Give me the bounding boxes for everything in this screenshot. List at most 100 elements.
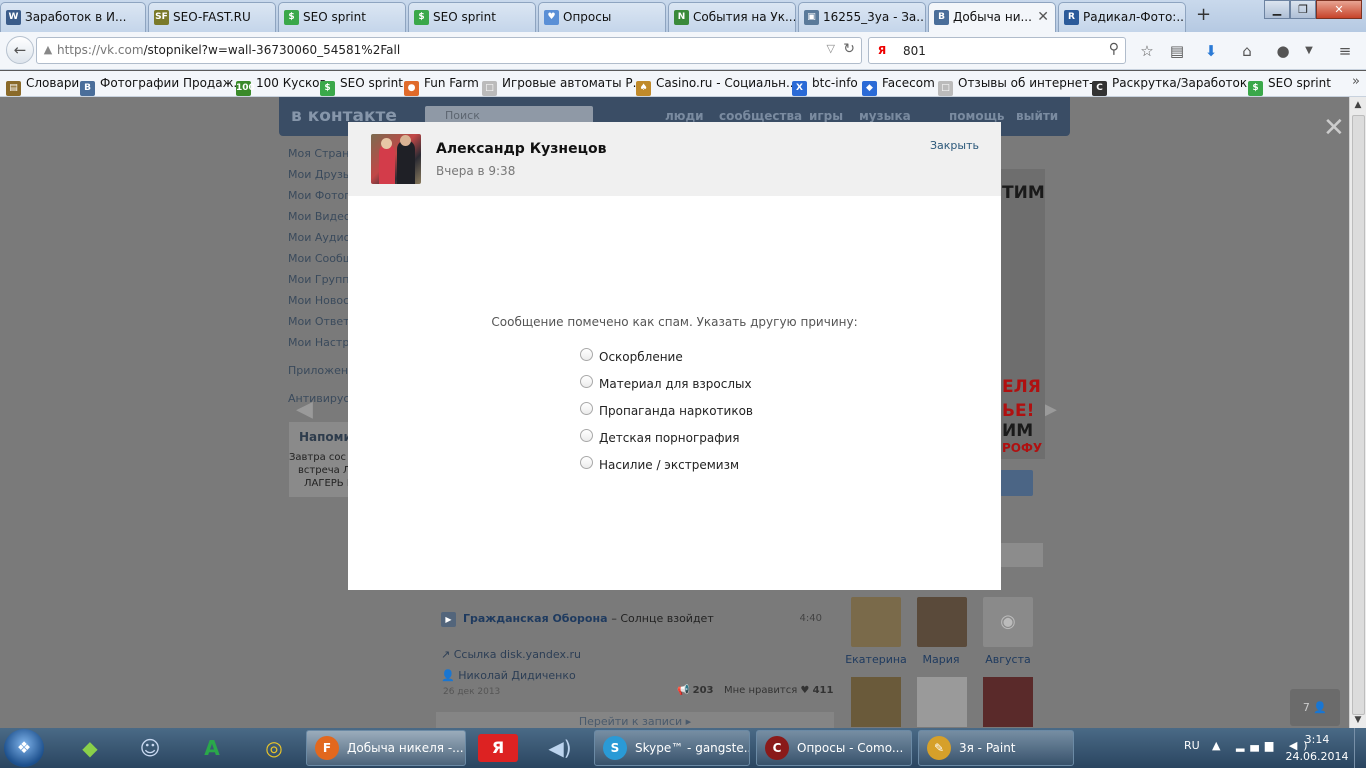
clock-time[interactable]: 3:14 — [1286, 733, 1348, 746]
reason-violence-extremism[interactable]: Насилие / экстремизм — [580, 451, 753, 478]
play-icon[interactable]: ▶ — [441, 612, 456, 627]
bookmark-item[interactable]: B Фотографии Продаж... — [80, 76, 245, 96]
bookmark-item[interactable]: 100100 Кусков — [236, 76, 327, 96]
friend-name[interactable]: Екатерина — [844, 653, 908, 666]
radio-button[interactable] — [580, 401, 593, 415]
bookmark-item[interactable]: □ Отзывы об интернет-... — [938, 76, 1105, 96]
close-overlay-icon[interactable]: ✕ — [1323, 113, 1345, 143]
friend-name[interactable]: Августа — [976, 653, 1040, 666]
bookmark-star-icon[interactable]: ☆ — [1134, 39, 1160, 63]
menu-item[interactable]: Мои Фотографии — [288, 187, 348, 208]
bookmark-item[interactable]: □ Игровые автоматы Р... — [482, 76, 644, 96]
minimize-button[interactable]: ▁ — [1264, 0, 1290, 19]
chrome-icon[interactable]: ◎ — [246, 731, 302, 765]
pinned-app-icon[interactable]: ◆ — [62, 731, 118, 765]
search-input[interactable]: 801 — [903, 44, 926, 58]
vk-nav-help[interactable]: помощь — [949, 109, 1004, 123]
new-tab-button[interactable]: + — [1196, 4, 1211, 25]
clock-date[interactable]: 24.06.2014 — [1280, 750, 1354, 763]
menu-item[interactable]: Мои Новости — [288, 292, 348, 313]
show-desktop-button[interactable] — [1354, 728, 1366, 768]
bookmark-item[interactable]: ♠ Casino.ru - Социальн... — [636, 76, 797, 96]
post-time[interactable]: Вчера в 9:38 — [436, 164, 515, 178]
browser-tab[interactable]: N События на Ук... — [668, 2, 796, 32]
like-button[interactable]: Мне нравится ♥ 411 — [724, 685, 833, 696]
page-scrollbar[interactable]: ▲ ▼ — [1349, 97, 1366, 728]
taskbar-window-button[interactable]: S Skype™ - gangste... — [594, 730, 750, 766]
pinned-a-app-icon[interactable]: A — [184, 731, 240, 765]
bookmark-item[interactable]: $ SEO sprint — [320, 76, 403, 96]
bookmark-item[interactable]: $ SEO sprint — [1248, 76, 1331, 96]
browser-tab[interactable]: B Добыча ни... ✕ — [928, 2, 1056, 32]
menu-item[interactable]: Приложения — [288, 362, 348, 383]
downloads-icon[interactable]: ⬇ — [1198, 39, 1224, 63]
browser-tab[interactable]: W Заработок в И... — [0, 2, 146, 32]
carousel-prev-icon[interactable]: ◀ — [296, 397, 313, 422]
bookmark-item[interactable]: ▤ Словари — [6, 76, 79, 96]
radio-button[interactable] — [580, 374, 593, 388]
bookmark-item[interactable]: ◆ Facecom — [862, 76, 935, 96]
reason-drug-propaganda[interactable]: Пропаганда наркотиков — [580, 397, 753, 424]
search-bar[interactable]: Я 801 ⚲ — [868, 37, 1126, 64]
friend-avatar[interactable] — [917, 597, 967, 647]
menu-item[interactable]: Мои Настройки — [288, 334, 348, 355]
browser-tab[interactable]: ♥ Опросы — [538, 2, 666, 32]
taskbar-window-button[interactable]: C Опросы - Como... — [756, 730, 912, 766]
side-ad-banner[interactable]: ТИМ ЕЛЯ ЬЕ! ИМ РОФУ — [1000, 169, 1045, 459]
start-button[interactable]: ❖ — [4, 729, 44, 767]
vk-nav-games[interactable]: игры — [809, 109, 843, 123]
online-counter[interactable]: 7 👤 — [1290, 689, 1340, 726]
bookmarks-overflow-icon[interactable]: » — [1352, 74, 1360, 89]
friend-avatar[interactable] — [983, 677, 1033, 727]
back-button[interactable]: ← — [6, 36, 34, 64]
vk-nav-people[interactable]: люди — [665, 109, 704, 123]
radio-button[interactable] — [580, 428, 593, 442]
browser-tab[interactable]: R Радикал-Фото:... — [1058, 2, 1186, 32]
menu-icon[interactable]: ≡ — [1332, 39, 1358, 63]
close-window-button[interactable]: ✕ — [1316, 0, 1362, 19]
browser-tab[interactable]: ▣ 16255_3уа - За... — [798, 2, 926, 32]
author-avatar[interactable] — [371, 134, 421, 184]
menu-item[interactable]: Мои Ответы — [288, 313, 348, 334]
menu-item[interactable]: Моя Страница — [288, 145, 348, 166]
bookmark-item[interactable]: ● Fun Farm — [404, 76, 479, 96]
language-indicator[interactable]: RU — [1184, 739, 1200, 752]
menu-item[interactable]: Мои Друзья — [288, 166, 348, 187]
reason-insult[interactable]: Оскорбление — [580, 343, 753, 370]
yandex-icon[interactable]: Я — [874, 43, 890, 59]
more-posts-link[interactable]: Перейти к записи ▸ — [436, 712, 834, 728]
maximize-button[interactable]: ❐ — [1290, 0, 1316, 19]
post-link[interactable]: ↗ Ссылка disk.yandex.ru — [441, 648, 581, 661]
scroll-down-icon[interactable]: ▼ — [1350, 712, 1366, 728]
radio-button[interactable] — [580, 455, 593, 469]
volume-app-icon[interactable]: ◀) — [532, 731, 588, 765]
yandex-pinned-icon[interactable]: Я — [478, 734, 518, 762]
address-bar[interactable]: ▲ https://vk.com/stopnikel?w=wall-367300… — [36, 37, 862, 64]
reload-icon[interactable]: ↻ — [843, 41, 855, 57]
repost-count[interactable]: 📢 203 — [677, 685, 714, 696]
reason-child-abuse[interactable]: Детская порнография — [580, 424, 753, 451]
friend-name[interactable]: Мария — [909, 653, 973, 666]
vk-nav-logout[interactable]: выйти — [1016, 109, 1058, 123]
close-tab-icon[interactable]: ✕ — [1037, 3, 1049, 31]
side-button[interactable] — [1000, 470, 1033, 496]
taskbar-window-button[interactable]: F Добыча никеля -... — [306, 730, 466, 766]
friend-avatar[interactable] — [851, 677, 901, 727]
bookmark-item[interactable]: Xbtc-info — [792, 76, 858, 96]
radio-button[interactable] — [580, 347, 593, 361]
menu-item[interactable]: Мои Видеозаписи — [288, 208, 348, 229]
bookmark-item[interactable]: C Раскрутка/Заработок... — [1092, 76, 1259, 96]
menu-item[interactable]: Мои Сообщения — [288, 250, 348, 271]
camera-icon[interactable]: ◉ — [983, 597, 1033, 647]
addon-dropdown-icon[interactable]: ▼ — [1296, 39, 1322, 63]
bookmarks-list-icon[interactable]: ▤ — [1164, 39, 1190, 63]
addon-icon[interactable]: ● — [1270, 39, 1296, 63]
scroll-up-icon[interactable]: ▲ — [1350, 97, 1366, 113]
url-dropdown-icon[interactable]: ▽ — [827, 42, 835, 55]
menu-item[interactable]: Мои Группы — [288, 271, 348, 292]
pinned-game-icon[interactable]: ☺ — [122, 731, 178, 765]
post-author[interactable]: 👤 Николай Дидиченко — [441, 669, 576, 682]
vk-nav-communities[interactable]: сообщества — [719, 109, 802, 123]
scroll-thumb[interactable] — [1352, 115, 1365, 715]
menu-item[interactable]: Мои Аудиозаписи — [288, 229, 348, 250]
